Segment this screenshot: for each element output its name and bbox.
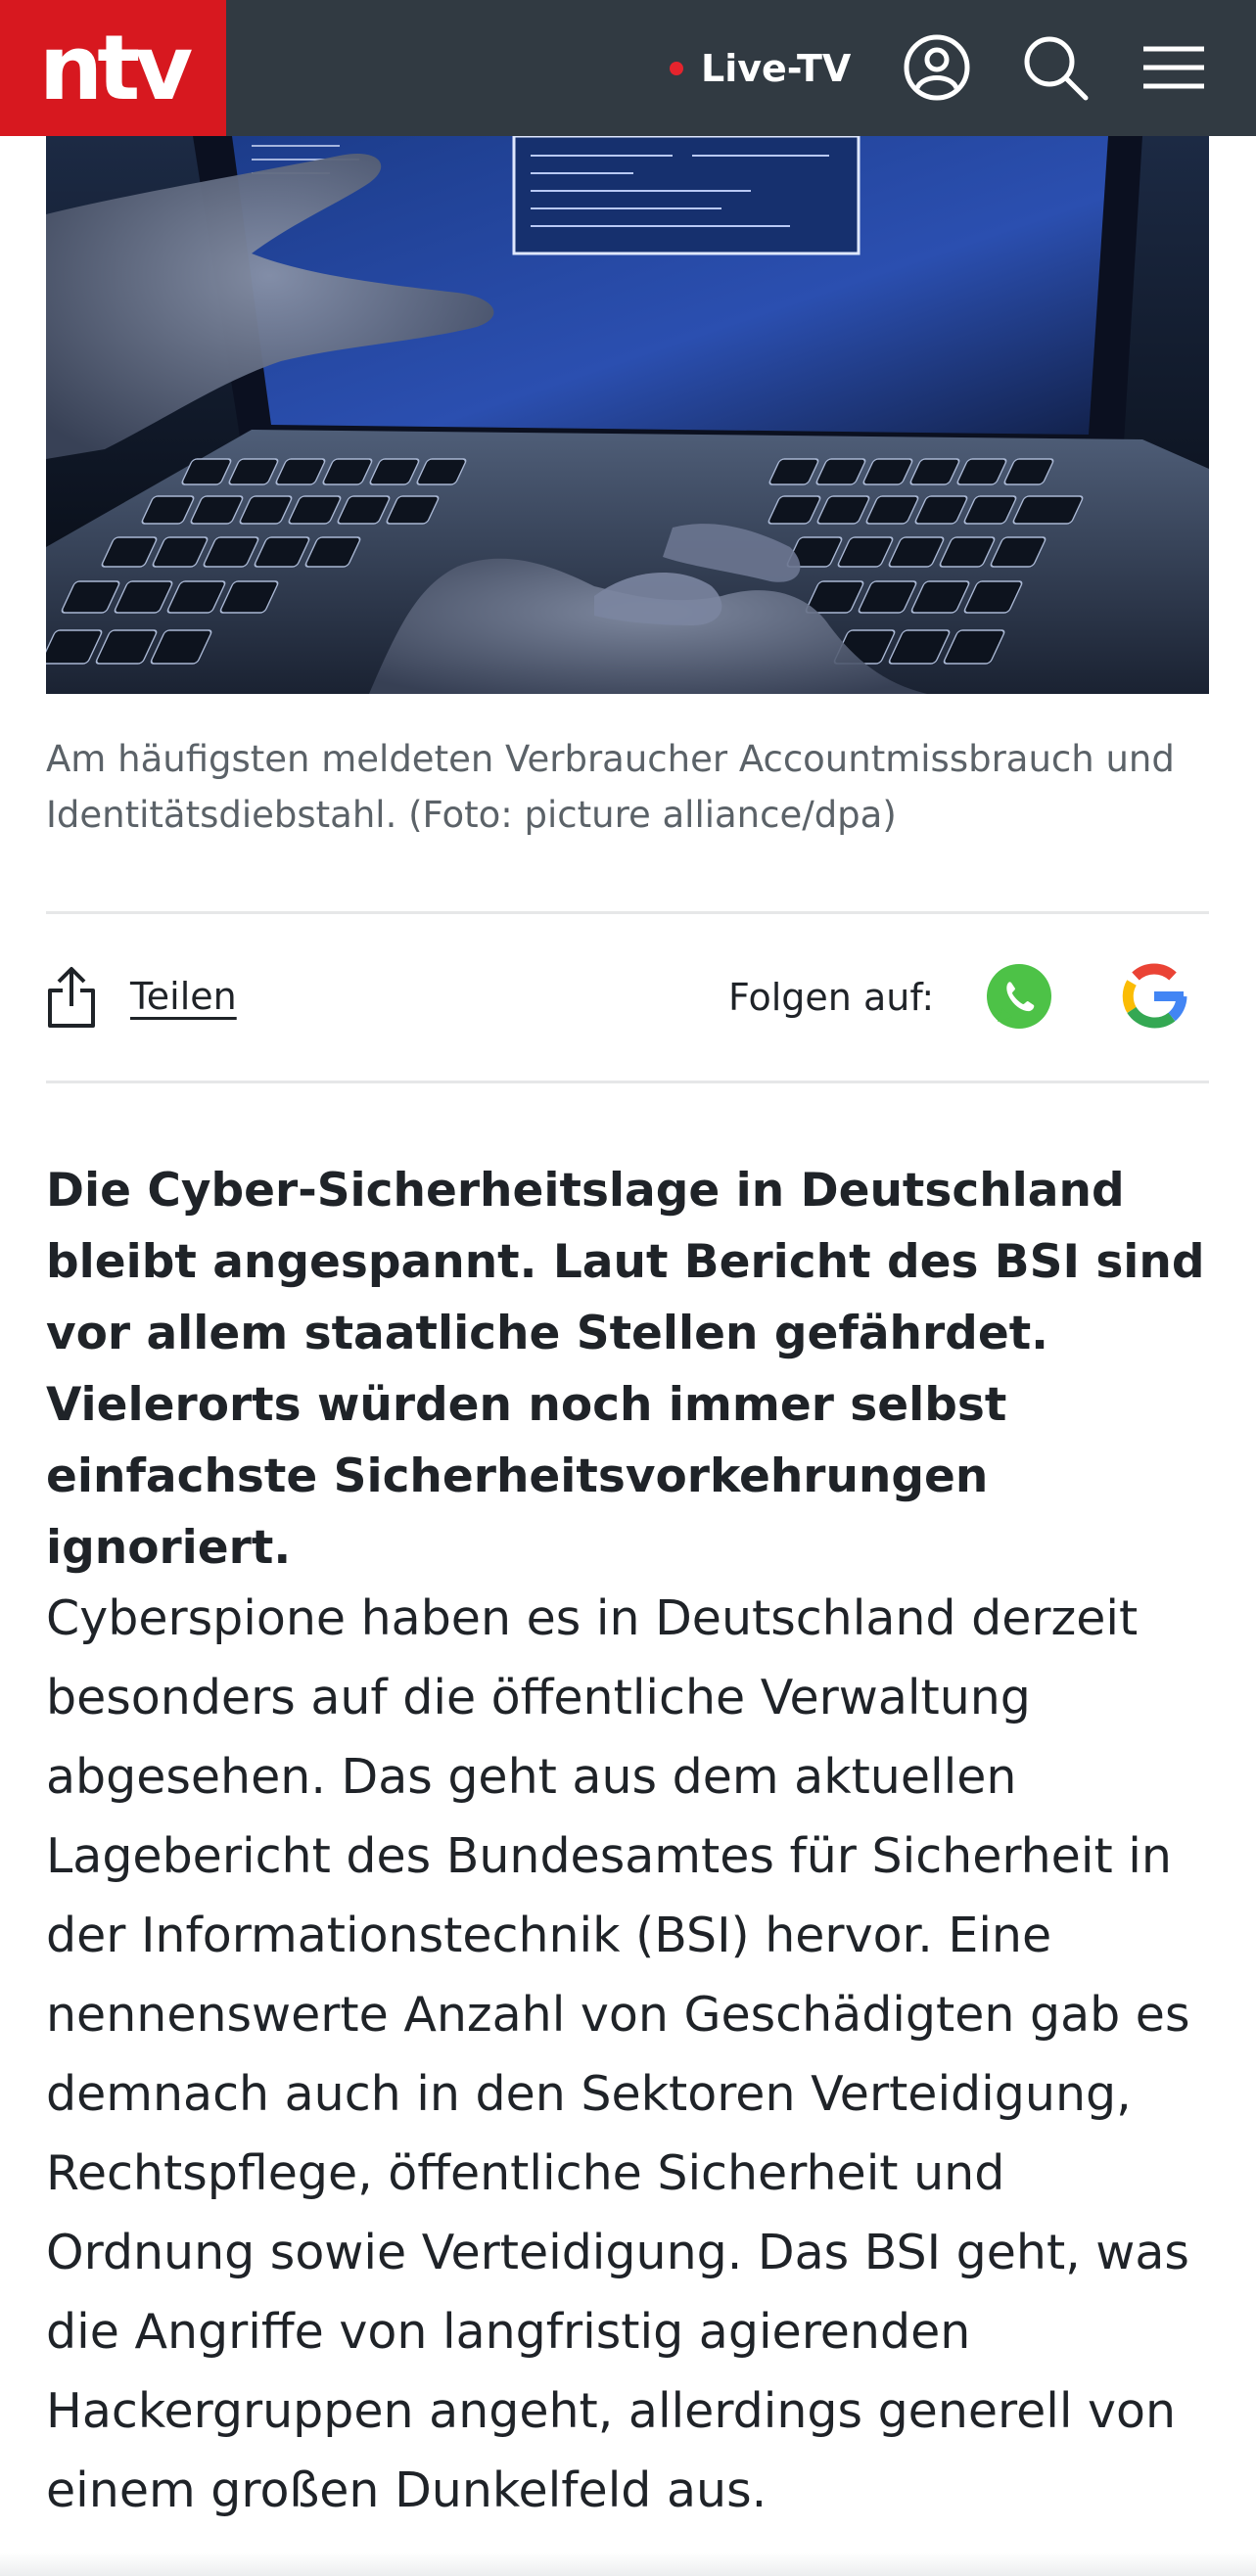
live-tv-label: Live-TV	[701, 47, 852, 90]
google-icon[interactable]	[1119, 961, 1189, 1032]
live-indicator-dot	[670, 62, 683, 75]
article-lead: Die Cyber-Sicherheitslage in Deutschland…	[46, 1164, 1205, 1575]
article-hero-image	[46, 136, 1209, 694]
share-follow-bar: Teilen Folgen auf:	[46, 915, 1209, 1081]
top-navigation-bar: ntv Live-TV	[0, 0, 1256, 136]
follow-label: Folgen auf:	[728, 976, 935, 1019]
search-icon[interactable]	[1017, 29, 1093, 106]
divider-top	[46, 911, 1209, 914]
image-caption: Am häufigsten meldeten Verbraucher Accou…	[46, 738, 1175, 836]
share-icon	[48, 967, 95, 1028]
account-icon[interactable]	[899, 29, 975, 106]
share-button[interactable]: Teilen	[46, 961, 237, 1032]
menu-icon[interactable]	[1136, 29, 1212, 106]
laptop-hands-photo	[46, 136, 1209, 694]
ntv-logo[interactable]: ntv	[0, 0, 226, 136]
article-body-paragraph: Cyberspione haben es in Deutschland derz…	[46, 1590, 1190, 2518]
live-tv-link[interactable]: Live-TV	[670, 39, 851, 98]
bottom-edge-shadow	[0, 2553, 1256, 2576]
divider-bottom	[46, 1081, 1209, 1083]
whatsapp-icon[interactable]	[982, 959, 1056, 1034]
share-label: Teilen	[130, 975, 237, 1018]
